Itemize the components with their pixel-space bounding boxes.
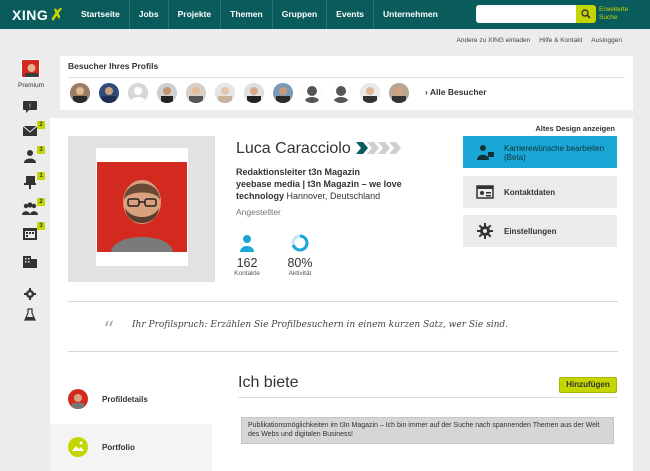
offer-text[interactable]: Publikationsmöglichkeiten im t3n Magazin… bbox=[241, 417, 614, 444]
activity-percent: 80% bbox=[287, 256, 313, 270]
divider bbox=[68, 351, 618, 352]
startpage-icon[interactable]: ! bbox=[22, 100, 38, 114]
offer-section-title: Ich biete bbox=[238, 374, 299, 391]
user-avatar[interactable] bbox=[21, 59, 40, 78]
visitor-avatar[interactable] bbox=[244, 83, 264, 103]
main-nav: Startseite Jobs Projekte Themen Gruppen … bbox=[72, 0, 447, 29]
profile-photo-frame bbox=[96, 148, 188, 266]
nav-themen[interactable]: Themen bbox=[220, 0, 272, 29]
profile-photo-area bbox=[68, 136, 215, 282]
search-icon bbox=[581, 9, 591, 19]
profile-avatar-icon bbox=[68, 389, 88, 409]
contact-details-button[interactable]: Kontaktdaten bbox=[463, 176, 617, 208]
tab-portfolio[interactable]: Portfolio bbox=[50, 424, 212, 471]
profile-section-tabs: Profildetails Portfolio bbox=[50, 376, 212, 471]
visitor-avatar-placeholder[interactable] bbox=[302, 83, 322, 103]
visitor-avatar[interactable] bbox=[389, 83, 409, 103]
nav-startseite[interactable]: Startseite bbox=[72, 0, 129, 29]
tab-profile-details[interactable]: Profildetails bbox=[50, 376, 212, 424]
contacts-badge: 3 bbox=[37, 146, 45, 154]
premium-chevrons-icon bbox=[356, 142, 401, 154]
advanced-search-link[interactable]: Erweiterte Suche bbox=[599, 6, 639, 22]
settings-label: Einstellungen bbox=[504, 227, 557, 236]
location: Hannover, Deutschland bbox=[286, 191, 381, 201]
visitors-title: Besucher Ihres Profils bbox=[68, 61, 159, 71]
messages-badge: 2 bbox=[37, 121, 45, 129]
career-person-icon bbox=[477, 145, 494, 160]
visitor-avatar[interactable] bbox=[360, 83, 380, 103]
divider bbox=[68, 301, 618, 302]
activity-stat[interactable]: 80% Aktivität bbox=[279, 234, 321, 277]
visitors-divider bbox=[68, 77, 625, 78]
quote-icon: “ bbox=[103, 318, 115, 343]
top-navigation-bar: XING ✗ Startseite Jobs Projekte Themen Gr… bbox=[0, 0, 650, 29]
add-button[interactable]: Hinzufügen bbox=[559, 377, 617, 393]
profile-card: Altes Design anzeigen Luca Caracciolo Re… bbox=[50, 118, 633, 471]
visitor-avatar[interactable] bbox=[157, 83, 177, 103]
jobs-badge: 1 bbox=[37, 172, 45, 180]
job-title: Redaktionsleiter t3n Magazin bbox=[236, 167, 361, 177]
contacts-count: 162 bbox=[236, 256, 258, 270]
logout-link[interactable]: Ausloggen bbox=[591, 37, 622, 44]
tab-portfolio-label: Portfolio bbox=[102, 443, 135, 452]
old-design-link[interactable]: Altes Design anzeigen bbox=[535, 124, 615, 133]
contacts-stat[interactable]: 162 Kontakte bbox=[226, 234, 268, 277]
nav-jobs[interactable]: Jobs bbox=[128, 0, 168, 29]
visitor-avatar[interactable] bbox=[273, 83, 293, 103]
jobs-chair-icon[interactable] bbox=[22, 175, 38, 189]
edit-career-wishes-button[interactable]: Karrierewünsche bearbeiten (Beta) bbox=[463, 136, 617, 168]
mail-icon[interactable] bbox=[22, 124, 38, 138]
labs-flask-icon[interactable] bbox=[24, 308, 36, 321]
career-label: Karrierewünsche bearbeiten bbox=[504, 144, 605, 153]
nav-unternehmen[interactable]: Unternehmen bbox=[373, 0, 447, 29]
contact-details-label: Kontaktdaten bbox=[504, 188, 556, 197]
xing-logo[interactable]: XING ✗ bbox=[12, 5, 64, 25]
visitor-avatar[interactable] bbox=[128, 83, 148, 103]
search-button[interactable] bbox=[576, 5, 596, 23]
contact-card-icon bbox=[476, 185, 494, 199]
settings-gear-icon[interactable] bbox=[24, 288, 36, 300]
visitor-avatar-placeholder[interactable] bbox=[331, 83, 351, 103]
contacts-label: Kontakte bbox=[234, 270, 260, 277]
activity-label: Aktivität bbox=[288, 270, 312, 277]
settings-gear-icon bbox=[477, 223, 493, 239]
nav-events[interactable]: Events bbox=[326, 0, 373, 29]
activity-ring-icon bbox=[291, 234, 309, 252]
tab-profile-details-label: Profildetails bbox=[102, 395, 148, 404]
settings-button[interactable]: Einstellungen bbox=[463, 215, 617, 247]
search-input[interactable] bbox=[476, 5, 576, 23]
profile-visitors-card: Besucher Ihres Profils › Alle Besucher bbox=[60, 56, 633, 110]
visitor-avatar[interactable] bbox=[215, 83, 235, 103]
profile-motto[interactable]: Ihr Profilspruch: Erzählen Sie Profilbes… bbox=[132, 320, 508, 330]
premium-label: Premium bbox=[18, 82, 45, 89]
account-links: Andere zu XING einladen Hilfe & Kontakt … bbox=[457, 37, 622, 44]
employment-status: Angestellter bbox=[236, 207, 281, 217]
nav-gruppen[interactable]: Gruppen bbox=[271, 0, 326, 29]
all-visitors-link[interactable]: › Alle Besucher bbox=[425, 87, 487, 97]
companies-icon[interactable] bbox=[22, 254, 38, 268]
groups-icon[interactable] bbox=[22, 201, 38, 215]
career-beta-label: (Beta) bbox=[504, 153, 526, 162]
profile-photo[interactable] bbox=[97, 162, 187, 252]
contacts-person-icon bbox=[240, 235, 254, 252]
visitor-avatar[interactable] bbox=[99, 83, 119, 103]
visitor-avatar[interactable] bbox=[186, 83, 206, 103]
invite-link[interactable]: Andere zu XING einladen bbox=[457, 37, 531, 44]
svg-text:!: ! bbox=[29, 103, 31, 110]
job-info: Redaktionsleiter t3n Magazin yeebase med… bbox=[236, 166, 436, 202]
profile-name: Luca Caracciolo bbox=[236, 140, 351, 157]
divider bbox=[238, 397, 618, 398]
visitors-avatar-list bbox=[70, 83, 409, 103]
visitor-avatar[interactable] bbox=[70, 83, 90, 103]
portfolio-image-icon bbox=[68, 437, 88, 457]
events-calendar-icon[interactable] bbox=[22, 226, 38, 240]
nav-projekte[interactable]: Projekte bbox=[167, 0, 221, 29]
help-link[interactable]: Hilfe & Kontakt bbox=[539, 37, 582, 44]
groups-badge: 2 bbox=[37, 198, 45, 206]
contacts-icon[interactable] bbox=[22, 149, 38, 163]
events-badge: 3 bbox=[37, 222, 45, 230]
